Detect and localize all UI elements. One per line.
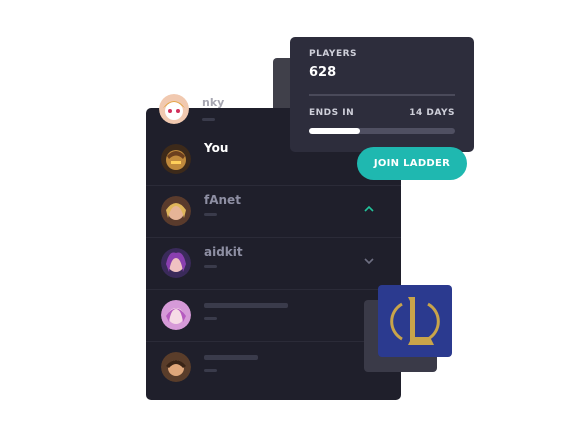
player-subline <box>202 118 215 121</box>
table-row[interactable]: fAnet <box>146 185 401 238</box>
divider <box>309 94 455 96</box>
ladder-stats-card: PLAYERS 628 ENDS IN 14 DAYS <box>290 37 474 152</box>
avatar <box>161 196 191 226</box>
ends-in-value: 14 DAYS <box>409 108 455 118</box>
player-subline <box>204 213 217 216</box>
league-logo-icon <box>378 285 452 357</box>
floating-top-row[interactable]: nky <box>159 94 269 128</box>
time-progress-bar <box>309 128 455 134</box>
table-row[interactable]: aidkit <box>146 237 401 290</box>
player-name: fAnet <box>204 193 241 207</box>
player-subline <box>204 317 217 320</box>
time-progress-fill <box>309 128 361 134</box>
avatar <box>161 300 191 330</box>
join-ladder-button[interactable]: JOIN LADDER <box>357 147 467 180</box>
player-name: aidkit <box>204 245 243 259</box>
players-label: PLAYERS <box>309 49 358 59</box>
avatar <box>159 94 189 124</box>
player-name-placeholder <box>204 355 258 360</box>
avatar <box>161 248 191 278</box>
player-subline <box>204 265 217 268</box>
player-name: nky <box>202 96 225 109</box>
chevron-down-icon[interactable] <box>362 254 376 268</box>
player-name-placeholder <box>204 303 288 308</box>
chevron-up-icon[interactable] <box>362 202 376 216</box>
players-count: 628 <box>309 65 337 80</box>
avatar <box>161 144 191 174</box>
player-subline <box>204 369 217 372</box>
table-row[interactable] <box>146 289 401 342</box>
ends-in-label: ENDS IN <box>309 108 355 118</box>
player-name: You <box>204 141 229 155</box>
table-row[interactable] <box>146 341 401 393</box>
avatar <box>161 352 191 382</box>
